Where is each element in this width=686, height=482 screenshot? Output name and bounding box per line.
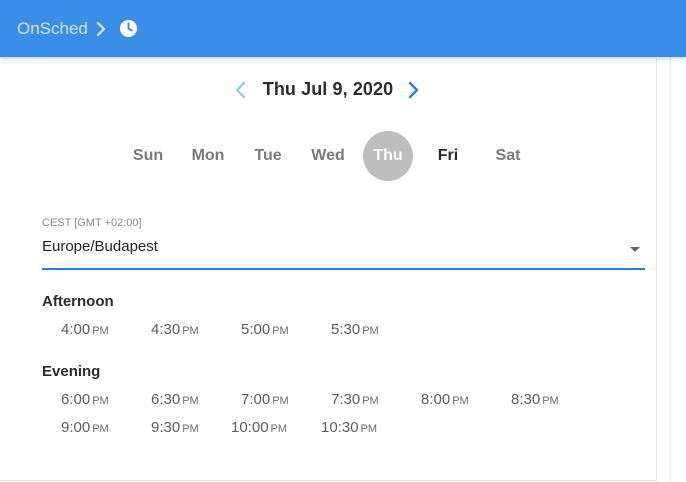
next-day-button[interactable] — [404, 80, 422, 100]
time-slot[interactable]: 10:00 PM — [231, 419, 303, 436]
top-bar: OnSched — [0, 0, 686, 57]
weekday-wed[interactable]: Wed — [303, 131, 353, 181]
caret-down-icon — [630, 247, 640, 252]
time-slot[interactable]: 8:00 PM — [421, 391, 493, 408]
section-title-evening: Evening — [42, 363, 101, 380]
weekday-tue[interactable]: Tue — [243, 131, 293, 181]
weekday-sun[interactable]: Sun — [123, 131, 173, 181]
time-slot[interactable]: 4:00 PM — [61, 321, 133, 338]
timezone-select[interactable]: Europe/Budapest — [42, 236, 645, 270]
section-title-afternoon: Afternoon — [42, 293, 114, 310]
time-slot[interactable]: 6:30 PM — [151, 391, 223, 408]
time-slot[interactable]: 5:00 PM — [241, 321, 313, 338]
time-slot[interactable]: 9:00 PM — [61, 419, 133, 436]
current-date: Thu Jul 9, 2020 — [262, 79, 394, 99]
time-slot[interactable]: 7:00 PM — [241, 391, 313, 408]
time-slot[interactable]: 9:30 PM — [151, 419, 223, 436]
clock-icon[interactable] — [119, 19, 138, 38]
chevron-right-icon — [96, 21, 106, 37]
weekday-thu-selected[interactable]: Thu — [363, 131, 413, 181]
brand-breadcrumb[interactable]: OnSched — [17, 19, 88, 39]
scrollbar[interactable] — [670, 57, 686, 482]
time-slot[interactable]: 7:30 PM — [331, 391, 403, 408]
weekday-sat[interactable]: Sat — [483, 131, 533, 181]
time-slot[interactable]: 8:30 PM — [511, 391, 583, 408]
weekday-mon[interactable]: Mon — [183, 131, 233, 181]
time-slot[interactable]: 5:30 PM — [331, 321, 403, 338]
weekday-fri[interactable]: Fri — [423, 131, 473, 181]
previous-day-button[interactable] — [232, 80, 250, 100]
time-slot[interactable]: 6:00 PM — [61, 391, 133, 408]
time-slot[interactable]: 10:30 PM — [321, 419, 393, 436]
timezone-caption: CEST [GMT +02:00] — [42, 217, 142, 229]
time-slot[interactable]: 4:30 PM — [151, 321, 223, 338]
timezone-value: Europe/Budapest — [42, 238, 158, 255]
